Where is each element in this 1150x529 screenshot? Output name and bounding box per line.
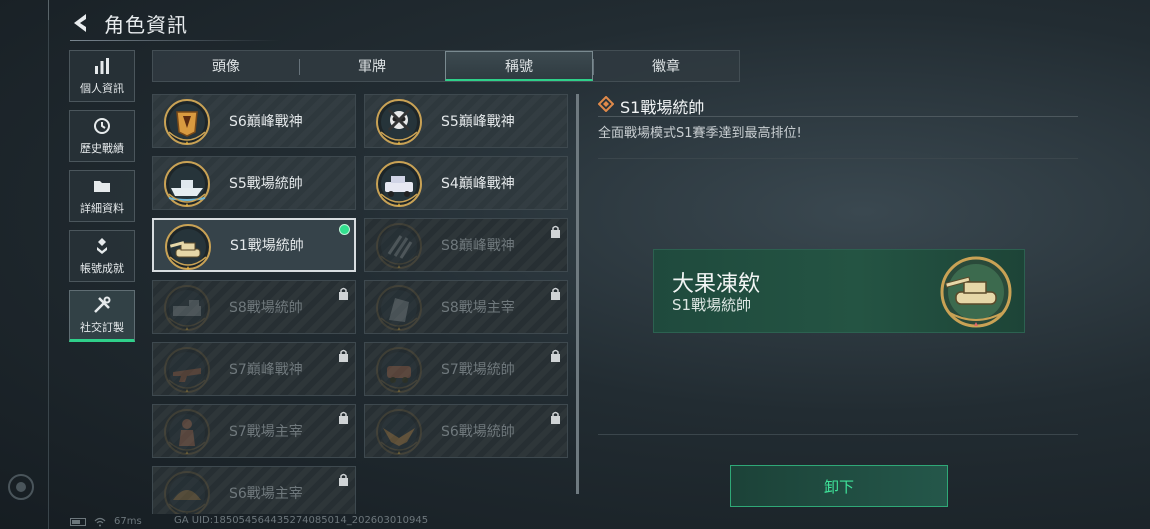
title-card[interactable]: S4巔峰戰神 bbox=[364, 156, 568, 210]
title-grid: S6巔峰戰神 S5巔峰戰神 S5戰場統帥 S4巔峰戰神 S1戰場統帥 S8巔峰戰神 S8戰場… bbox=[152, 94, 570, 514]
page-title: 角色資訊 bbox=[104, 13, 188, 37]
nav-item-achievements[interactable]: 帳號成就 bbox=[69, 230, 135, 282]
equipped-indicator bbox=[339, 224, 350, 235]
title-card-label: S5巔峰戰神 bbox=[441, 114, 515, 130]
status-bar: 67ms bbox=[70, 516, 142, 527]
back-arrow-icon bbox=[74, 14, 86, 32]
boat-emblem-icon bbox=[164, 161, 210, 207]
title-card-label: S5戰場統帥 bbox=[229, 176, 303, 192]
nav-item-profile[interactable]: 個人資訊 bbox=[69, 50, 135, 102]
skull-emblem-icon bbox=[376, 99, 422, 145]
title-card[interactable]: S5巔峰戰神 bbox=[364, 94, 568, 148]
hud-line-bottom bbox=[598, 434, 1078, 435]
nav-item-details[interactable]: 詳細資料 bbox=[69, 170, 135, 222]
lock-icon bbox=[339, 411, 348, 424]
title-card[interactable]: S5戰場統帥 bbox=[152, 156, 356, 210]
tab-bar: 頭像 軍牌 稱號 徽章 bbox=[152, 50, 740, 82]
title-card[interactable]: S8戰場主宰 bbox=[364, 280, 568, 334]
bar-chart-icon bbox=[95, 58, 109, 74]
tank-emblem-icon bbox=[940, 256, 1012, 328]
tab-badge[interactable]: 徽章 bbox=[593, 51, 739, 81]
uid-text: GA UID:18505456443527408501​4_2026030109… bbox=[174, 515, 429, 526]
title-card[interactable]: S6巔峰戰神 bbox=[152, 94, 356, 148]
hud-line-top bbox=[598, 158, 1078, 159]
nav-item-label: 歷史戰績 bbox=[80, 142, 124, 155]
lock-icon bbox=[551, 287, 560, 300]
gun-emblem-icon bbox=[164, 347, 210, 393]
shield-emblem-icon bbox=[164, 99, 210, 145]
title-card-label: S6巔峰戰神 bbox=[229, 114, 303, 130]
detail-description: 全面戰場模式S1賽季達到最高排位! bbox=[598, 126, 802, 141]
title-preview-banner: 大果凍欸 S1戰場統帥 bbox=[653, 249, 1025, 333]
title-card[interactable]: S7戰場統帥 bbox=[364, 342, 568, 396]
dome-emblem-icon bbox=[164, 471, 210, 514]
title-card[interactable]: S8巔峰戰神 bbox=[364, 218, 568, 272]
title-card-label: S8戰場主宰 bbox=[441, 300, 515, 316]
truck-emblem-icon bbox=[164, 285, 210, 331]
detail-divider bbox=[598, 116, 1078, 117]
frame-line-left bbox=[48, 0, 49, 529]
scrollbar[interactable] bbox=[576, 94, 579, 494]
nav-item-label: 社交訂製 bbox=[80, 321, 124, 334]
medal-icon bbox=[97, 238, 107, 254]
lock-icon bbox=[339, 473, 348, 486]
title-card[interactable]: S8戰場統帥 bbox=[152, 280, 356, 334]
lock-icon bbox=[551, 225, 560, 238]
building-emblem-icon bbox=[376, 285, 422, 331]
title-card[interactable]: S7巔峰戰神 bbox=[152, 342, 356, 396]
tab-title[interactable]: 稱號 bbox=[445, 51, 593, 81]
lock-icon bbox=[551, 349, 560, 362]
ping-text: 67ms bbox=[114, 516, 142, 527]
detail-title: S1戰場統帥 bbox=[620, 98, 705, 117]
title-card-label: S1戰場統帥 bbox=[230, 238, 304, 254]
stripes-emblem-icon bbox=[376, 223, 422, 269]
lock-icon bbox=[551, 411, 560, 424]
title-card-label: S8戰場統帥 bbox=[229, 300, 303, 316]
nav-item-label: 帳號成就 bbox=[80, 262, 124, 275]
title-card[interactable]: S6戰場主宰 bbox=[152, 466, 356, 514]
side-nav: 個人資訊 歷史戰績 詳細資料 帳號成就 社交訂製 bbox=[69, 50, 137, 350]
vehicle-emblem-icon bbox=[376, 347, 422, 393]
unequip-button[interactable]: 卸下 bbox=[730, 465, 948, 507]
diamond-icon bbox=[598, 96, 614, 112]
equipped-title: S1戰場統帥 bbox=[672, 296, 752, 314]
lock-icon bbox=[339, 287, 348, 300]
clock-icon bbox=[94, 118, 110, 134]
title-card-label: S7巔峰戰神 bbox=[229, 362, 303, 378]
title-card-label: S7戰場主宰 bbox=[229, 424, 303, 440]
jeep-emblem-icon bbox=[376, 161, 422, 207]
battery-icon bbox=[70, 517, 86, 526]
nav-item-social[interactable]: 社交訂製 bbox=[69, 290, 135, 342]
tab-avatar[interactable]: 頭像 bbox=[153, 51, 299, 81]
tank-emblem-icon bbox=[165, 224, 211, 270]
title-card-label: S8巔峰戰神 bbox=[441, 238, 515, 254]
back-button[interactable] bbox=[68, 10, 94, 36]
eagle-emblem-icon bbox=[376, 409, 422, 455]
nav-item-label: 詳細資料 bbox=[80, 202, 124, 215]
nav-item-history[interactable]: 歷史戰績 bbox=[69, 110, 135, 162]
frame-corner bbox=[48, 0, 49, 20]
tools-icon bbox=[94, 296, 111, 313]
title-card-label: S6戰場主宰 bbox=[229, 486, 303, 502]
soldier-emblem-icon bbox=[164, 409, 210, 455]
title-card-label: S4巔峰戰神 bbox=[441, 176, 515, 192]
nav-item-label: 個人資訊 bbox=[80, 82, 124, 95]
title-card-label: S7戰場統帥 bbox=[441, 362, 515, 378]
wifi-icon bbox=[94, 517, 106, 526]
tab-dogtag[interactable]: 軍牌 bbox=[299, 51, 445, 81]
title-card[interactable]: S6戰場統帥 bbox=[364, 404, 568, 458]
folder-icon bbox=[94, 181, 110, 192]
joystick-icon[interactable] bbox=[8, 474, 34, 500]
lock-icon bbox=[339, 349, 348, 362]
title-card-label: S6戰場統帥 bbox=[441, 424, 515, 440]
title-card[interactable]: S1戰場統帥 bbox=[152, 218, 356, 272]
title-card[interactable]: S7戰場主宰 bbox=[152, 404, 356, 458]
title-underline bbox=[70, 40, 280, 41]
